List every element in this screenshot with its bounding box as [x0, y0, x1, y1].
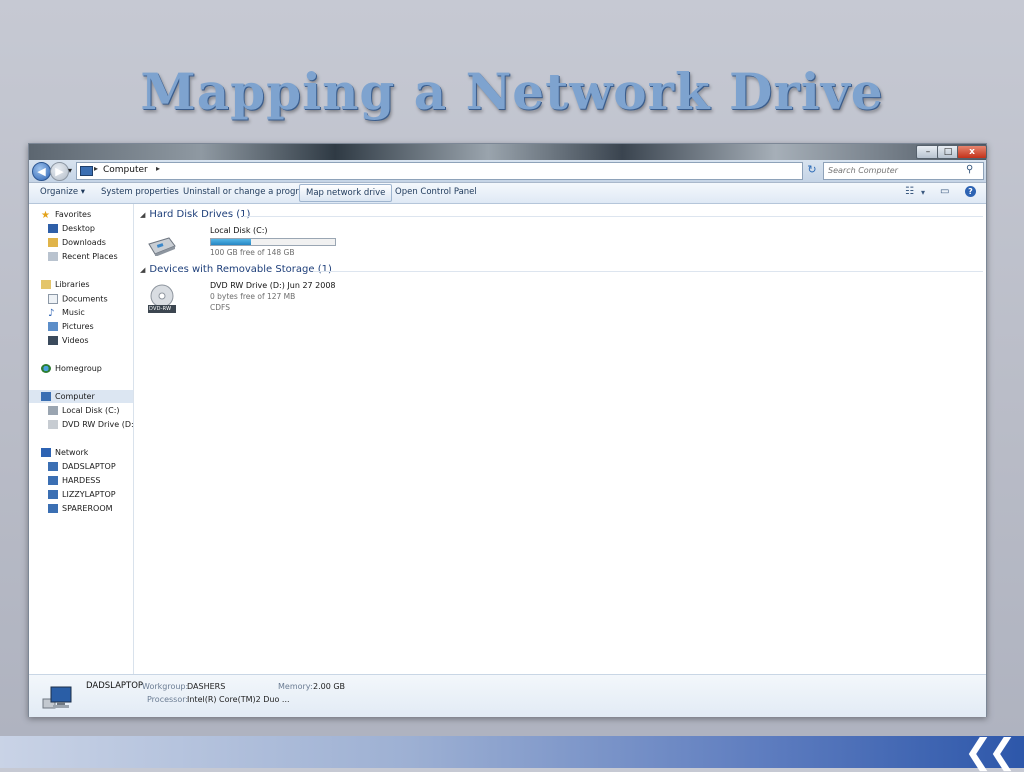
- uninstall-program-button[interactable]: Uninstall or change a program: [183, 187, 312, 197]
- slide-title: Mapping a Network Drive: [140, 62, 884, 121]
- star-icon: ★: [41, 210, 50, 221]
- back-button[interactable]: ◀: [32, 162, 51, 181]
- collapse-triangle-icon[interactable]: ◢: [140, 211, 145, 219]
- nav-network-computer[interactable]: LIZZYLAPTOP: [48, 490, 116, 503]
- title-bar[interactable]: – □ x: [29, 144, 987, 160]
- computer-icon: [42, 686, 72, 709]
- computer-icon: [48, 476, 58, 485]
- hard-disk-icon: [148, 237, 176, 256]
- navigation-pane: ★ Favorites Desktop Downloads Recent Plac…: [29, 204, 134, 674]
- computer-icon: [48, 504, 58, 513]
- dvd-rw-badge: DVD-RW: [149, 306, 172, 312]
- details-pane: DADSLAPTOP Workgroup: DASHERS Memory: 2.…: [29, 674, 986, 717]
- documents-icon: [48, 294, 58, 304]
- music-icon: ♪: [48, 308, 55, 319]
- map-network-drive-button[interactable]: Map network drive: [299, 184, 393, 202]
- view-options-dropdown[interactable]: ▾: [921, 188, 925, 197]
- memory-label: Memory:: [278, 682, 313, 691]
- close-button[interactable]: x: [957, 145, 987, 159]
- chevron-left-icon: ❮: [988, 732, 1017, 772]
- command-bar: Organize ▾ System properties Uninstall o…: [29, 183, 986, 204]
- search-icon[interactable]: ⚲: [966, 164, 973, 175]
- nav-recent-places[interactable]: Recent Places: [48, 252, 118, 265]
- workgroup-value: DASHERS: [187, 682, 226, 691]
- homegroup-icon: [41, 364, 51, 373]
- drive-free-space: 0 bytes free of 127 MB: [210, 292, 296, 301]
- organize-button[interactable]: Organize ▾: [40, 187, 85, 197]
- nav-music[interactable]: ♪ Music: [48, 308, 85, 321]
- group-divider: [313, 271, 983, 272]
- nav-videos[interactable]: Videos: [48, 336, 89, 349]
- collapse-triangle-icon[interactable]: ◢: [140, 266, 145, 274]
- dvd-drive-icon: [48, 420, 58, 429]
- computer-icon: [48, 490, 58, 499]
- chevron-right-icon[interactable]: ▸: [94, 164, 98, 173]
- help-icon[interactable]: ?: [965, 186, 976, 197]
- nav-network[interactable]: Network: [41, 448, 88, 461]
- disk-usage-fill: [211, 239, 251, 245]
- nav-desktop[interactable]: Desktop: [48, 224, 95, 237]
- explorer-window: – □ x ◀ ▶ ▾ ▸ Computer ▸ ▾ ↻ ⚲ Organize …: [28, 143, 987, 717]
- group-divider: [243, 216, 983, 217]
- search-input[interactable]: [828, 164, 958, 177]
- nav-dvd-drive[interactable]: DVD RW Drive (D:) Ju: [48, 420, 133, 433]
- nav-pictures[interactable]: Pictures: [48, 322, 94, 335]
- search-box[interactable]: ⚲: [823, 162, 984, 180]
- recent-places-icon: [48, 252, 58, 261]
- slide-footer-band: [0, 736, 1024, 768]
- address-bar: ◀ ▶ ▾ ▸ Computer ▸ ▾ ↻ ⚲: [29, 160, 986, 183]
- drive-name: Local Disk (C:): [210, 226, 268, 235]
- nav-local-disk[interactable]: Local Disk (C:): [48, 406, 120, 419]
- processor-value: Intel(R) Core(TM)2 Duo ...: [187, 695, 290, 704]
- content-pane: ◢ Hard Disk Drives (1) Local Disk (C:) 10…: [135, 204, 985, 674]
- breadcrumb[interactable]: ▸ Computer ▸ ▾: [76, 162, 841, 180]
- disk-usage-bar: [210, 238, 336, 246]
- system-properties-button[interactable]: System properties: [101, 187, 179, 197]
- downloads-icon: [48, 238, 58, 247]
- drive-free-space: 100 GB free of 148 GB: [210, 248, 295, 257]
- nav-libraries[interactable]: Libraries: [41, 280, 90, 293]
- processor-label: Processor:: [147, 695, 189, 704]
- workgroup-label: Workgroup:: [142, 682, 189, 691]
- maximize-button[interactable]: □: [937, 145, 959, 159]
- drive-filesystem: CDFS: [210, 303, 230, 312]
- computer-name: DADSLAPTOP: [86, 681, 144, 691]
- memory-value: 2.00 GB: [313, 682, 346, 691]
- group-header-hard-disks[interactable]: ◢ Hard Disk Drives (1): [140, 209, 250, 220]
- nav-network-computer[interactable]: HARDESS: [48, 476, 100, 489]
- group-header-removable[interactable]: ◢ Devices with Removable Storage (1): [140, 264, 332, 275]
- nav-computer[interactable]: Computer: [41, 392, 95, 405]
- nav-network-computer[interactable]: SPAREROOM: [48, 504, 113, 517]
- nav-homegroup[interactable]: Homegroup: [41, 364, 102, 377]
- refresh-icon[interactable]: ↻: [805, 162, 819, 178]
- network-icon: [41, 448, 51, 457]
- forward-button[interactable]: ▶: [50, 162, 69, 181]
- change-view-icon[interactable]: ☷: [905, 186, 914, 197]
- pictures-icon: [48, 322, 58, 331]
- preview-pane-icon[interactable]: ▭: [940, 186, 949, 197]
- nav-documents[interactable]: Documents: [48, 294, 108, 307]
- nav-network-computer[interactable]: DADSLAPTOP: [48, 462, 116, 475]
- open-control-panel-button[interactable]: Open Control Panel: [395, 187, 477, 197]
- nav-favorites[interactable]: ★ Favorites: [41, 210, 91, 223]
- hard-disk-icon: [48, 406, 58, 415]
- videos-icon: [48, 336, 58, 345]
- drive-name: DVD RW Drive (D:) Jun 27 2008: [210, 281, 336, 290]
- desktop-icon: [48, 224, 58, 233]
- breadcrumb-computer[interactable]: Computer: [103, 165, 148, 175]
- chevron-right-icon[interactable]: ▸: [156, 164, 160, 173]
- nav-downloads[interactable]: Downloads: [48, 238, 106, 251]
- libraries-icon: [41, 280, 51, 289]
- computer-icon: [41, 392, 51, 401]
- computer-icon: [80, 166, 93, 176]
- recent-pages-dropdown[interactable]: ▾: [68, 166, 72, 175]
- computer-icon: [48, 462, 58, 471]
